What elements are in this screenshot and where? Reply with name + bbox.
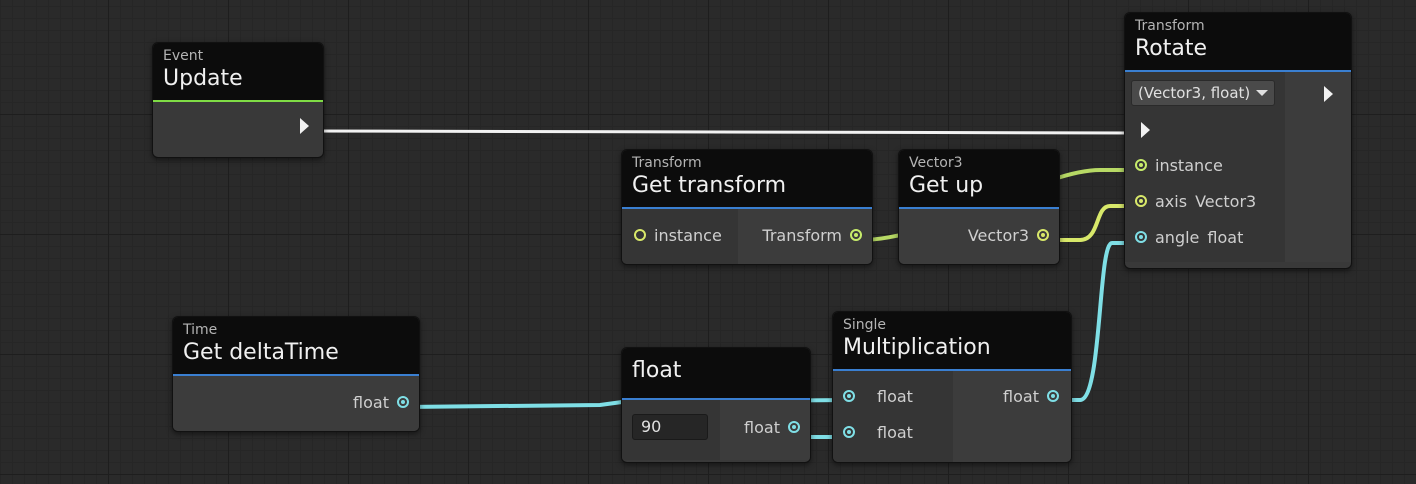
flow-port-icon[interactable] [300, 118, 309, 134]
flow-input-port[interactable] [1141, 120, 1150, 140]
node-body: (Vector3, float) instance axis Vector3 a… [1125, 72, 1351, 262]
port-label: float [1003, 386, 1039, 406]
node-kind: Transform [1135, 18, 1205, 34]
node-title: Get up [909, 173, 984, 198]
port-label: angle [1155, 227, 1200, 247]
port-dot-icon[interactable] [397, 396, 409, 408]
node-single-multiplication[interactable]: Single Multiplication float float float [832, 311, 1072, 463]
input-port-instance[interactable]: instance [1135, 155, 1223, 175]
node-title: float [632, 358, 682, 383]
overload-label: (Vector3, float) [1138, 84, 1251, 102]
node-title: Rotate [1135, 36, 1208, 61]
flow-port-icon[interactable] [1141, 122, 1150, 138]
port-label: instance [654, 225, 722, 245]
port-dot-icon[interactable] [634, 229, 646, 241]
node-header[interactable]: Vector3 Get up [899, 150, 1059, 209]
node-header[interactable]: Time Get deltaTime [173, 317, 419, 376]
flow-wire-update-rotate [305, 129, 1141, 135]
node-header[interactable]: Single Multiplication [833, 312, 1071, 371]
port-dot-icon[interactable] [1135, 159, 1147, 171]
port-label: Vector3 [967, 225, 1029, 245]
flow-port-icon[interactable] [1324, 86, 1333, 102]
node-kind: Time [183, 322, 218, 338]
overload-dropdown[interactable]: (Vector3, float) [1131, 80, 1276, 106]
port-dot-icon[interactable] [788, 421, 800, 433]
port-dot-icon[interactable] [843, 426, 855, 438]
port-dot-icon[interactable] [1037, 229, 1049, 241]
port-type: Vector3 [1195, 191, 1257, 211]
outputs-pane [953, 371, 1071, 462]
node-get-up[interactable]: Vector3 Get up Vector3 [898, 149, 1060, 265]
port-dot-icon[interactable] [850, 229, 862, 241]
port-dot-icon[interactable] [1135, 195, 1147, 207]
node-body: float [173, 376, 419, 431]
node-transform-rotate[interactable]: Transform Rotate (Vector3, float) instan… [1124, 12, 1352, 269]
node-body [153, 102, 323, 157]
node-float-literal[interactable]: float 90 float [621, 347, 811, 463]
node-body: instance Transform [622, 209, 872, 264]
output-port-float[interactable]: float [744, 417, 800, 437]
port-dot-icon[interactable] [1047, 390, 1059, 402]
output-port-float[interactable]: float [1003, 386, 1059, 406]
port-dot-icon[interactable] [1135, 231, 1147, 243]
node-body: float float float [833, 371, 1071, 462]
input-port-axis[interactable]: axis Vector3 [1135, 191, 1256, 211]
node-header[interactable]: float [622, 348, 810, 400]
port-label: float [744, 417, 780, 437]
port-label: instance [1155, 155, 1223, 175]
node-get-deltatime[interactable]: Time Get deltaTime float [172, 316, 420, 432]
flow-output-port[interactable] [300, 116, 309, 136]
port-label: float [877, 422, 913, 442]
node-event-update[interactable]: Event Update [152, 42, 324, 158]
node-kind: Single [843, 317, 887, 333]
node-kind: Transform [632, 155, 702, 171]
input-port-instance[interactable]: instance [634, 225, 722, 245]
node-get-transform[interactable]: Transform Get transform instance Transfo… [621, 149, 873, 265]
port-label: axis [1155, 191, 1188, 211]
port-label: Transform [762, 225, 842, 245]
node-kind: Event [163, 48, 204, 64]
node-body: 90 float [622, 400, 810, 460]
node-title: Multiplication [843, 335, 991, 360]
output-port-transform[interactable]: Transform [762, 225, 862, 245]
node-header[interactable]: Transform Rotate [1125, 13, 1351, 72]
node-title: Get deltaTime [183, 340, 339, 365]
inputs-pane [833, 371, 953, 462]
node-body: Vector3 [899, 209, 1059, 264]
dropdown-caret-icon [1256, 90, 1269, 96]
port-dot-icon[interactable] [843, 390, 855, 402]
node-title: Get transform [632, 173, 787, 198]
port-label: float [877, 386, 913, 406]
node-kind: Vector3 [909, 155, 963, 171]
node-title: Update [163, 66, 243, 91]
value-input[interactable]: 90 [632, 414, 708, 440]
input-port-angle[interactable]: angle float [1135, 227, 1243, 247]
port-type: float [1207, 227, 1244, 247]
output-port-vector3[interactable]: Vector3 [968, 225, 1049, 245]
flow-output-port[interactable] [1324, 84, 1333, 104]
port-label: float [353, 392, 389, 412]
input-port-float-b[interactable]: float [843, 422, 913, 442]
node-header[interactable]: Event Update [153, 43, 323, 102]
node-header[interactable]: Transform Get transform [622, 150, 872, 209]
outputs-pane [1285, 72, 1351, 262]
output-port-float[interactable]: float [353, 392, 409, 412]
input-port-float-a[interactable]: float [843, 386, 913, 406]
